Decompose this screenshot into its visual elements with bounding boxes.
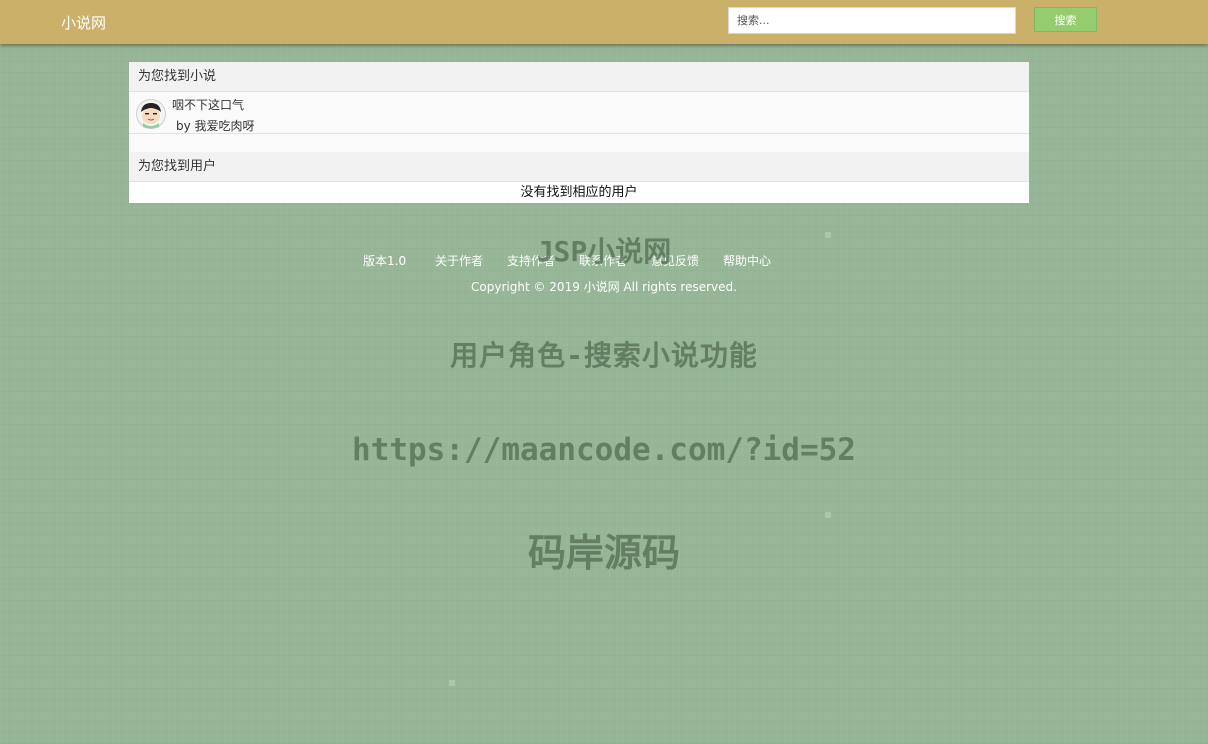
footer-link-about-author[interactable]: 关于作者 xyxy=(435,252,483,269)
footer-links: 版本1.0 关于作者 支持作者 联系作者 意见反馈 帮助中心 xyxy=(0,252,1208,270)
watermark-line-3: https://maancode.com/?id=52 xyxy=(352,432,856,468)
footer-link-version[interactable]: 版本1.0 xyxy=(363,252,406,269)
novel-author-label: by 我爱吃肉呀 xyxy=(176,119,255,133)
watermark-line-4: 码岸源码 xyxy=(527,531,680,575)
no-users-message: 没有找到相应的用户 xyxy=(129,182,1029,203)
texture-speck xyxy=(449,680,455,686)
search-results-panel: 为您找到小说 咽不下这口气 by 我爱吃肉呀 为您找到用户 没有找到相应的用户 xyxy=(129,62,1029,203)
copyright-text: Copyright © 2019 小说网 All rights reserved… xyxy=(471,280,737,294)
top-navbar: 小说网 搜索 xyxy=(0,0,1208,44)
users-section-heading: 为您找到用户 xyxy=(129,152,1029,182)
section-spacer xyxy=(129,134,1029,152)
search-input[interactable] xyxy=(728,7,1016,34)
footer-link-support-author[interactable]: 支持作者 xyxy=(507,252,555,269)
novel-result-item[interactable]: 咽不下这口气 by 我爱吃肉呀 xyxy=(129,92,1029,134)
search-button[interactable]: 搜索 xyxy=(1034,7,1097,32)
novel-title-link[interactable]: 咽不下这口气 xyxy=(172,96,244,113)
site-brand-link[interactable]: 小说网 xyxy=(61,12,106,33)
footer-link-feedback[interactable]: 意见反馈 xyxy=(651,252,699,269)
novels-section-heading: 为您找到小说 xyxy=(129,62,1029,92)
texture-speck xyxy=(825,512,831,518)
footer-link-contact-author[interactable]: 联系作者 xyxy=(579,252,627,269)
texture-speck xyxy=(825,232,831,238)
watermark-line-2: 用户角色-搜索小说功能 xyxy=(450,339,758,372)
footer-link-help-center[interactable]: 帮助中心 xyxy=(723,252,771,269)
author-avatar-icon xyxy=(136,99,166,129)
